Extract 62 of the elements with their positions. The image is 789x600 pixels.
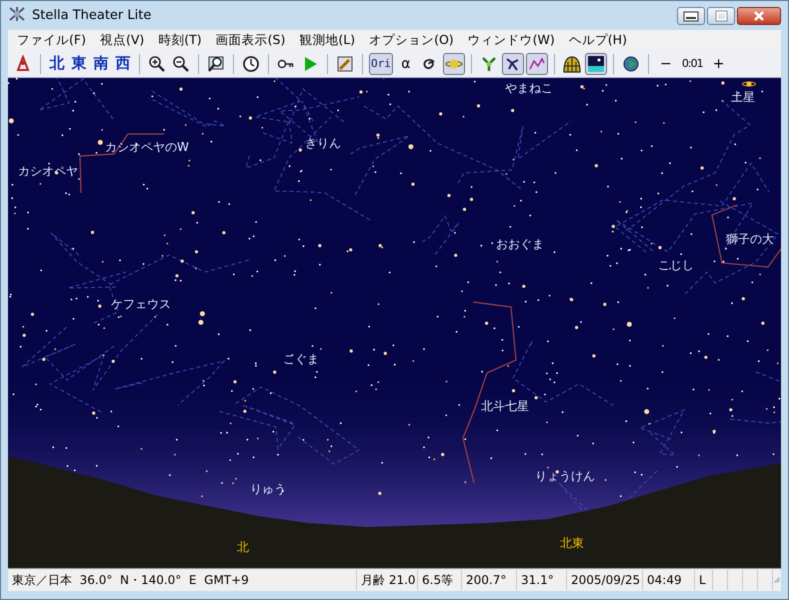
toolbar-button[interactable]: α (394, 52, 417, 74)
planet-icon (742, 80, 756, 88)
menu-item[interactable]: オプション(O) (362, 32, 461, 48)
toolbar-button[interactable]: 東 (69, 52, 89, 74)
constellation-line (711, 204, 781, 268)
globe-icon (622, 54, 640, 72)
planet-label: 土星 (731, 89, 755, 106)
window-title: Stella Theater Lite (32, 8, 152, 23)
constellation-label: 北斗七星 (481, 398, 529, 415)
zoom-in-icon (148, 54, 166, 72)
minimize-icon (682, 8, 700, 22)
observer-icon (14, 54, 32, 72)
toolbar-button[interactable]: 南 (91, 52, 111, 74)
constellation-label: おおぐま (496, 236, 544, 253)
menu-item[interactable]: 画面表示(S) (208, 32, 292, 48)
menu-item[interactable]: 観測地(L) (292, 32, 362, 48)
status-field: 6.5等 (418, 570, 462, 590)
constellation-label: りょうけん (535, 468, 595, 485)
maximize-button[interactable] (707, 6, 735, 24)
constellation-label: こぐま (283, 351, 319, 368)
dome-icon (562, 54, 581, 72)
sky-button[interactable] (584, 52, 607, 74)
status-field: 200.7° (462, 570, 517, 590)
constellation-label: きりん (305, 135, 341, 152)
constellation-label: ケフェウス (111, 296, 171, 313)
menu-item[interactable]: ウィンドウ(W) (460, 32, 562, 48)
status-field: 月齢 21.0 (357, 570, 418, 590)
satellite-icon (480, 54, 498, 72)
toolbar-button[interactable]: Ori (369, 52, 393, 74)
toolbar-button[interactable]: + (708, 52, 730, 74)
direction-label: 北 (237, 539, 249, 556)
status-field: 04:49 (643, 570, 695, 590)
direction-label: 北東 (560, 535, 584, 552)
status-field: L (695, 570, 713, 590)
pencil-icon (336, 54, 354, 72)
status-field: 31.1° (517, 570, 567, 590)
constellation-label: カシオペヤのW (105, 139, 189, 156)
toolbar-button[interactable]: − (654, 52, 677, 74)
menu-item[interactable]: ヘルプ(H) (562, 32, 634, 48)
constellation-label: こじし (658, 257, 694, 274)
close-button[interactable] (737, 6, 781, 24)
toolbar-button[interactable]: 西 (113, 52, 133, 74)
toolbar-button[interactable]: 北 (47, 52, 67, 74)
menu-item[interactable]: 視点(V) (92, 32, 152, 48)
menu-item[interactable]: 時刻(T) (151, 32, 209, 48)
planet-button[interactable] (442, 52, 465, 74)
constellation-label: 獅子の大 (726, 231, 774, 248)
minimize-button[interactable] (677, 6, 705, 24)
constellation-figure-button[interactable] (502, 52, 524, 74)
zoom-out-icon (172, 54, 190, 72)
app-icon (8, 5, 26, 23)
constellation-lines-button[interactable] (526, 52, 548, 74)
status-field: 2005/09/25 (567, 570, 643, 590)
menu-item[interactable]: ファイル(F) (10, 32, 93, 48)
constellation-label: やまねこ (505, 80, 553, 97)
constellation-label: りゅう (250, 481, 286, 498)
magnifier-icon (207, 54, 225, 72)
status-field: 東京／日本 36.0° N・140.0° E GMT+9 (8, 570, 357, 590)
sky-icon (586, 54, 605, 72)
time-step-label: 0:01 (680, 57, 704, 70)
constellation-label: カシオペヤ (18, 163, 78, 180)
clock-icon (242, 54, 260, 72)
